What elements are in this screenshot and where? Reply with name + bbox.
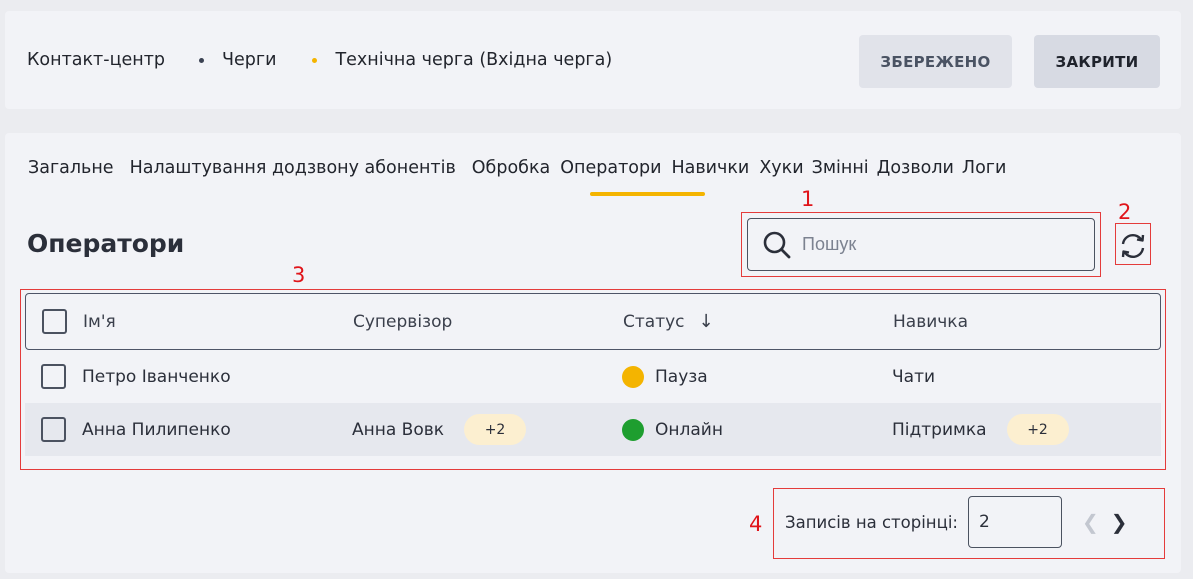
tab-operators[interactable]: Оператори [560, 158, 661, 178]
header-bar: Контакт-центр Черги Технічна черга (Вхід… [5, 11, 1181, 109]
saved-button[interactable]: ЗБЕРЕЖЕНО [859, 35, 1012, 88]
annotation-label-2: 2 [1118, 200, 1132, 224]
breadcrumb-item-contact-center[interactable]: Контакт-центр [27, 50, 165, 70]
breadcrumb-item-queues[interactable]: Черги [222, 50, 276, 70]
tab-logs[interactable]: Логи [962, 158, 1006, 178]
annotation-box-pagination [773, 488, 1165, 559]
annotation-box-search [741, 212, 1101, 277]
annotation-box-refresh [1115, 223, 1151, 265]
tab-processing[interactable]: Обробка [472, 158, 550, 178]
annotation-label-4: 4 [749, 512, 763, 536]
breadcrumb-item-current: Технічна черга (Вхідна черга) [335, 50, 613, 70]
active-tab-indicator [590, 192, 705, 196]
tab-permissions[interactable]: Дозволи [877, 158, 954, 178]
tab-hooks[interactable]: Хуки [759, 158, 803, 178]
tab-dial-settings[interactable]: Налаштування додзвону абонентів [130, 158, 456, 178]
tab-variables[interactable]: Змінні [812, 158, 869, 178]
annotation-box-table [20, 289, 1166, 470]
breadcrumb-separator-dot [199, 57, 204, 63]
tab-bar: Загальне Налаштування додзвону абонентів… [28, 158, 1022, 178]
breadcrumb: Контакт-центр Черги Технічна черга (Вхід… [27, 50, 612, 70]
breadcrumb-separator-dot-active [312, 57, 318, 63]
section-title: Оператори [27, 229, 185, 258]
tab-general[interactable]: Загальне [28, 158, 114, 178]
annotation-label-1: 1 [801, 187, 815, 211]
annotation-label-3: 3 [292, 263, 306, 287]
close-button[interactable]: ЗАКРИТИ [1034, 35, 1160, 88]
tab-skills[interactable]: Навички [671, 158, 749, 178]
